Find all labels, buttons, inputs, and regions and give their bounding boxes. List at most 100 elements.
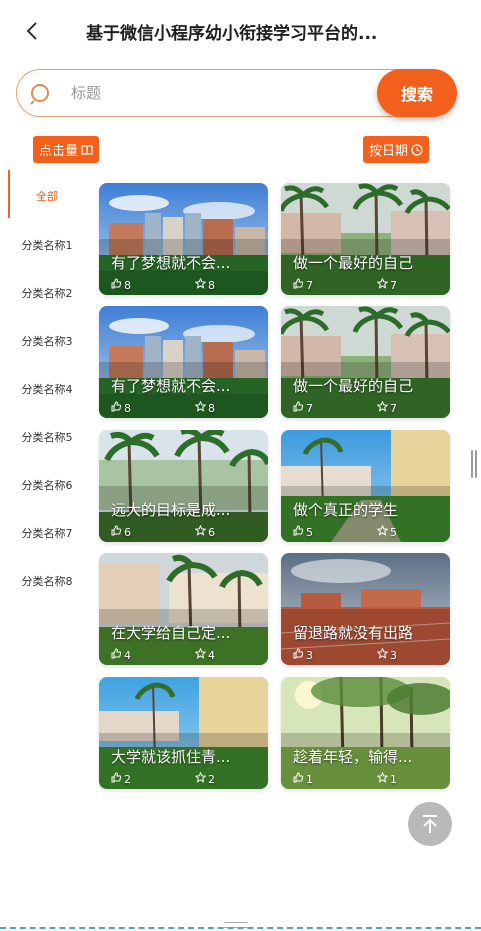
favorite-count-value: 6: [208, 525, 215, 539]
favorite-count-value: 8: [208, 401, 215, 415]
star-icon: [376, 647, 389, 662]
like-count-value: 5: [306, 525, 313, 539]
back-to-top-button[interactable]: [408, 802, 452, 846]
category-4[interactable]: 分类名称4: [8, 381, 86, 397]
favorite-count: 7: [376, 277, 397, 292]
favorite-count-value: 5: [390, 525, 397, 539]
chevron-left-icon: [26, 22, 37, 40]
thumb-up-icon: [111, 401, 122, 415]
category-all[interactable]: 全部: [8, 188, 86, 204]
like-count-value: 8: [124, 278, 131, 292]
star-icon: [376, 277, 389, 292]
category-sidebar: 全部 分类名称1 分类名称2 分类名称3 分类名称4 分类名称5 分类名称6 分…: [8, 170, 86, 620]
star-icon: [194, 647, 207, 662]
card-title: 做一个最好的自己: [293, 254, 414, 272]
article-card[interactable]: 留退路就没有出路 3 3: [281, 553, 450, 665]
book-icon: [81, 144, 93, 155]
scrollbar-handle[interactable]: [471, 450, 477, 478]
card-title: 在大学给自己定...: [111, 624, 231, 642]
card-title: 有了梦想就不会...: [111, 377, 231, 395]
star-icon: [376, 771, 389, 786]
article-card[interactable]: 做个真正的学生 5 5: [281, 430, 450, 542]
thumb-up-icon: [293, 772, 304, 786]
star-icon: [194, 277, 207, 292]
like-count-value: 1: [306, 772, 313, 786]
header: 基于微信小程序幼小衔接学习平台的...: [8, 0, 464, 60]
thumb-up-icon: [111, 648, 122, 662]
category-7[interactable]: 分类名称7: [8, 525, 86, 541]
thumb-up-icon: [111, 772, 122, 786]
article-card[interactable]: 有了梦想就不会... 8 8: [99, 306, 268, 418]
thumb-up-icon: [111, 278, 122, 292]
star-icon: [194, 771, 207, 786]
article-card[interactable]: 做一个最好的自己 7 7: [281, 306, 450, 418]
category-5[interactable]: 分类名称5: [8, 429, 86, 445]
favorite-count: 4: [194, 647, 215, 662]
card-title: 趁着年轻，输得...: [293, 748, 413, 766]
like-count-value: 3: [306, 648, 313, 662]
like-count: 3: [293, 648, 313, 662]
search-input[interactable]: [71, 81, 311, 105]
like-count: 7: [293, 278, 313, 292]
card-title: 大学就该抓住青...: [111, 748, 231, 766]
search-icon: [30, 84, 49, 105]
article-card[interactable]: 在大学给自己定... 4 4: [99, 553, 268, 665]
category-8[interactable]: 分类名称8: [8, 573, 86, 589]
favorite-count: 6: [194, 524, 215, 539]
thumb-up-icon: [293, 648, 304, 662]
like-count: 1: [293, 772, 313, 786]
favorite-count-value: 7: [390, 401, 397, 415]
like-count: 5: [293, 525, 313, 539]
favorite-count: 8: [194, 400, 215, 415]
article-card[interactable]: 有了梦想就不会... 8 8: [99, 183, 268, 295]
like-count-value: 2: [124, 772, 131, 786]
page-title: 基于微信小程序幼小衔接学习平台的...: [86, 24, 378, 44]
divider: [0, 927, 481, 929]
category-1[interactable]: 分类名称1: [8, 237, 86, 253]
sort-by-clicks-button[interactable]: 点击量: [33, 136, 100, 163]
card-title: 有了梦想就不会...: [111, 254, 231, 272]
like-count: 7: [293, 401, 313, 415]
category-2[interactable]: 分类名称2: [8, 285, 86, 301]
article-card[interactable]: 趁着年轻，输得... 1 1: [281, 677, 450, 789]
star-icon: [376, 524, 389, 539]
sort-by-date-button[interactable]: 按日期: [363, 136, 430, 163]
star-icon: [376, 400, 389, 415]
category-6[interactable]: 分类名称6: [8, 477, 86, 493]
like-count: 8: [111, 278, 131, 292]
favorite-count-value: 8: [208, 278, 215, 292]
arrow-up-icon: [423, 815, 437, 833]
favorite-count-value: 3: [390, 648, 397, 662]
favorite-count: 3: [376, 647, 397, 662]
sort-by-date-label: 按日期: [369, 144, 409, 159]
sort-by-clicks-label: 点击量: [39, 144, 79, 159]
article-card[interactable]: 做一个最好的自己 7 7: [281, 183, 450, 295]
thumb-up-icon: [111, 525, 122, 539]
star-icon: [194, 400, 207, 415]
favorite-count: 2: [194, 771, 215, 786]
article-card[interactable]: 远大的目标是成... 6 6: [99, 430, 268, 542]
like-count: 4: [111, 648, 131, 662]
favorite-count: 7: [376, 400, 397, 415]
back-button[interactable]: [22, 20, 44, 42]
thumb-up-icon: [293, 525, 304, 539]
like-count: 6: [111, 525, 131, 539]
star-icon: [194, 524, 207, 539]
favorite-count-value: 7: [390, 278, 397, 292]
favorite-count-value: 2: [208, 772, 215, 786]
search-button[interactable]: 搜索: [377, 69, 457, 117]
page-frame: 基于微信小程序幼小衔接学习平台的... 搜索 点击量 按日期 全部 分类名称1 …: [8, 0, 464, 918]
like-count: 8: [111, 401, 131, 415]
card-title: 做个真正的学生: [293, 501, 399, 519]
favorite-count: 5: [376, 524, 397, 539]
like-count-value: 8: [124, 401, 131, 415]
article-card[interactable]: 大学就该抓住青... 2 2: [99, 677, 268, 789]
clock-icon: [411, 143, 423, 156]
like-count-value: 4: [124, 648, 131, 662]
card-title: 做一个最好的自己: [293, 377, 414, 395]
card-title: 留退路就没有出路: [293, 624, 414, 642]
favorite-count-value: 4: [208, 648, 215, 662]
like-count-value: 6: [124, 525, 131, 539]
like-count: 2: [111, 772, 131, 786]
category-3[interactable]: 分类名称3: [8, 333, 86, 349]
